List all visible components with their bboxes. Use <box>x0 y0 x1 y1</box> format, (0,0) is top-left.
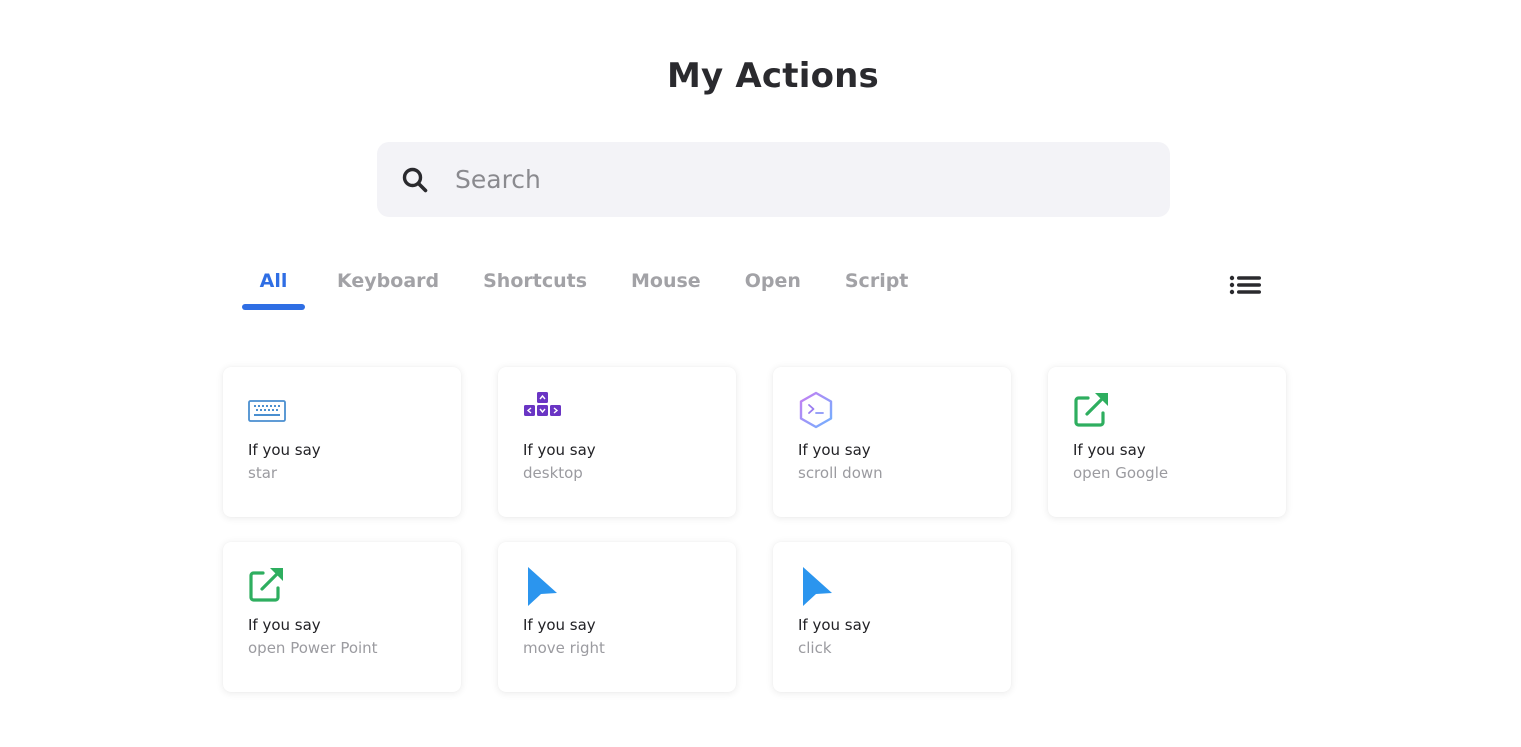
search-input[interactable] <box>455 165 1115 194</box>
tab-all[interactable]: All <box>242 268 305 314</box>
card-phrase: move right <box>523 639 605 657</box>
action-card[interactable]: If you say click <box>773 542 1011 692</box>
tab-script[interactable]: Script <box>845 268 909 314</box>
card-prefix: If you say <box>523 616 596 634</box>
open-external-icon <box>1073 391 1113 431</box>
action-card[interactable]: If you say open Google <box>1048 367 1286 517</box>
open-external-icon <box>248 566 288 606</box>
card-prefix: If you say <box>523 441 596 459</box>
page-title: My Actions <box>666 56 879 96</box>
my-actions-page: My Actions All Keyboard Shortcuts Mouse … <box>0 0 1521 747</box>
mouse-pointer-icon <box>798 566 838 606</box>
card-phrase: star <box>248 464 278 482</box>
action-card[interactable]: If you say move right <box>498 542 736 692</box>
script-terminal-icon <box>798 391 838 431</box>
card-phrase: click <box>798 639 832 657</box>
keyboard-icon <box>248 391 288 431</box>
card-prefix: If you say <box>248 616 321 634</box>
category-tabs: All Keyboard Shortcuts Mouse Open Script <box>242 268 952 314</box>
card-prefix: If you say <box>248 441 321 459</box>
action-card[interactable]: If you say scroll down <box>773 367 1011 517</box>
tab-shortcuts[interactable]: Shortcuts <box>483 268 587 314</box>
card-phrase: open Google <box>1073 464 1169 482</box>
card-phrase: scroll down <box>798 464 883 482</box>
card-prefix: If you say <box>1073 441 1146 459</box>
action-card[interactable]: If you say desktop <box>498 367 736 517</box>
action-card[interactable]: If you say open Power Point <box>223 542 461 692</box>
search-bar[interactable] <box>377 142 1170 217</box>
search-icon[interactable] <box>401 166 429 194</box>
card-phrase: open Power Point <box>248 639 378 657</box>
action-card[interactable]: If you say star <box>223 367 461 517</box>
arrow-keys-icon <box>523 391 563 431</box>
tab-open[interactable]: Open <box>745 268 801 314</box>
card-prefix: If you say <box>798 441 871 459</box>
mouse-pointer-icon <box>523 566 563 606</box>
tab-keyboard[interactable]: Keyboard <box>337 268 439 314</box>
card-phrase: desktop <box>523 464 583 482</box>
list-view-icon[interactable] <box>1229 274 1263 300</box>
card-prefix: If you say <box>798 616 871 634</box>
tab-mouse[interactable]: Mouse <box>631 268 701 314</box>
